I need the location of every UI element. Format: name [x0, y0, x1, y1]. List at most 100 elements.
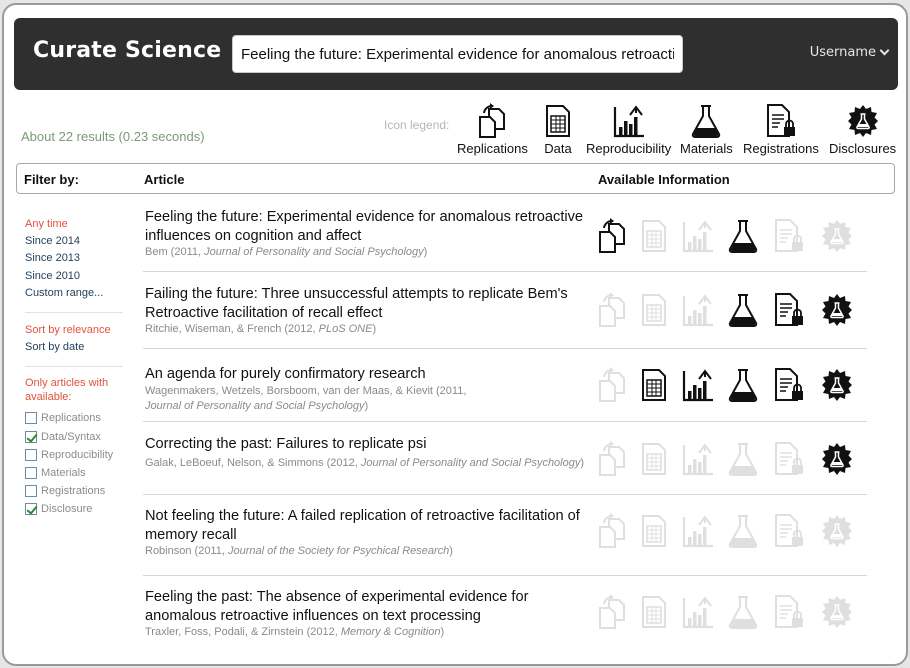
data-icon [546, 105, 570, 137]
article-journal: PLoS ONE [318, 323, 373, 335]
filter-sidebar: Any time Since 2014 Since 2013 Since 201… [25, 216, 123, 518]
result-row: Feeling the future: Experimental evidenc… [143, 202, 867, 272]
article-authors: Wagenmakers, Wetzels, Borsboom, van der … [145, 385, 467, 397]
search-input[interactable] [232, 35, 683, 73]
divider [25, 311, 123, 313]
citation-close: ) [423, 246, 428, 258]
reproducibility-icon[interactable] [681, 367, 715, 403]
article-authors: Robinson (2011, [145, 545, 228, 557]
registrations-icon[interactable] [772, 367, 806, 403]
checkbox-box[interactable] [25, 466, 37, 479]
info-header: Available Information [598, 172, 730, 187]
checkbox-box-checked[interactable] [25, 503, 37, 516]
checkbox-box[interactable] [25, 485, 37, 498]
data-icon [637, 441, 671, 477]
checkbox-registrations[interactable]: Registrations [25, 482, 123, 500]
registrations-icon[interactable] [772, 292, 806, 328]
result-row: Correcting the past: Failures to replica… [143, 422, 867, 495]
result-row: Feeling the past: The absence of experim… [143, 576, 867, 651]
checkbox-materials[interactable]: Materials [25, 464, 123, 482]
legend-label: Materials [680, 141, 733, 156]
materials-icon[interactable] [726, 292, 760, 328]
sort-by-relevance[interactable]: Sort by relevance [25, 322, 123, 339]
citation-close: ) [372, 323, 377, 335]
filter-any-time[interactable]: Any time [25, 216, 123, 233]
article-authors: Traxler, Foss, Podali, & Zirnstein (2012… [145, 626, 341, 638]
citation-close: ) [364, 400, 369, 412]
materials-icon [726, 594, 760, 630]
registrations-icon [772, 513, 806, 549]
materials-icon [692, 105, 721, 138]
chevron-down-icon [879, 45, 890, 56]
article-authors: Bem (2011, [145, 246, 205, 258]
checkbox-reproducibility[interactable]: Reproducibility [25, 446, 123, 464]
article-title[interactable]: An agenda for purely confirmatory resear… [145, 365, 475, 384]
replications-icon [595, 512, 629, 549]
article-citation: Traxler, Foss, Podali, & Zirnstein (2012… [145, 625, 595, 640]
checkbox-disclosure[interactable]: Disclosure [25, 500, 123, 518]
sort-by-date[interactable]: Sort by date [25, 339, 123, 356]
registrations-icon [772, 218, 806, 254]
legend-materials: Materials [680, 103, 733, 156]
materials-icon[interactable] [726, 367, 760, 403]
results-summary: About 22 results (0.23 seconds) [21, 129, 205, 144]
article-authors: Ritchie, Wiseman, & French (2012, [145, 323, 319, 335]
user-menu[interactable]: Username [810, 45, 890, 60]
registrations-icon [772, 441, 806, 477]
article-citation: Bem (2011, Journal of Personality and So… [145, 245, 595, 260]
availability-icons [595, 440, 867, 481]
filter-header: Filter by: [24, 172, 79, 187]
materials-icon [726, 441, 760, 477]
article-title[interactable]: Feeling the future: Experimental evidenc… [145, 208, 595, 246]
legend-label: Data [544, 141, 572, 156]
disclosures-icon [820, 594, 854, 630]
citation-close: ) [449, 545, 453, 557]
legend-replications: Replications [457, 103, 528, 156]
materials-icon[interactable] [726, 218, 760, 254]
divider [25, 366, 123, 368]
article-citation: Galak, LeBoeuf, Nelson, & Simmons (2012,… [145, 456, 597, 471]
reproducibility-icon [681, 292, 715, 328]
article-title[interactable]: Correcting the past: Failures to replica… [145, 435, 595, 454]
checkbox-label: Data/Syntax [41, 430, 101, 443]
legend-registrations: Registrations [743, 103, 819, 156]
top-bar: Curate Science Username [14, 18, 898, 90]
disclosures-icon[interactable] [820, 367, 854, 403]
legend-disclosures: Disclosures [829, 103, 896, 156]
result-row: Not feeling the future: A failed replica… [143, 495, 867, 576]
article-title[interactable]: Feeling the past: The absence of experim… [145, 588, 595, 626]
filter-since-2010[interactable]: Since 2010 [25, 268, 123, 285]
filter-since-2013[interactable]: Since 2013 [25, 250, 123, 267]
replications-icon[interactable] [595, 217, 629, 254]
checkbox-box-checked[interactable] [25, 430, 37, 443]
data-icon[interactable] [637, 367, 671, 403]
disclosures-icon[interactable] [820, 292, 854, 328]
data-icon [637, 292, 671, 328]
checkbox-label: Materials [41, 466, 86, 479]
availability-icons [595, 512, 867, 553]
citation-close: ) [580, 457, 585, 469]
availability-note: Only articles with available: [25, 377, 109, 404]
app-window: Curate Science Username About 22 results… [2, 3, 908, 666]
availability-icons [595, 217, 867, 258]
filter-custom-range[interactable]: Custom range... [25, 285, 123, 302]
article-authors: Galak, LeBoeuf, Nelson, & Simmons (2012, [145, 457, 361, 469]
article-title[interactable]: Not feeling the future: A failed replica… [145, 507, 595, 545]
disclosures-icon[interactable] [820, 441, 854, 477]
article-title[interactable]: Failing the future: Three unsuccessful a… [145, 285, 595, 323]
legend-reproducibility: Reproducibility [586, 103, 671, 156]
article-journal: Journal of Personality and Social Psycho… [145, 400, 365, 412]
registrations-icon [772, 594, 806, 630]
filter-since-2014[interactable]: Since 2014 [25, 233, 123, 250]
registrations-icon [766, 104, 795, 137]
brand-logo[interactable]: Curate Science [33, 38, 221, 63]
checkbox-box[interactable] [25, 412, 37, 425]
reproducibility-icon [681, 218, 715, 254]
legend-label: Disclosures [829, 141, 897, 156]
checkbox-box[interactable] [25, 448, 37, 461]
disclosures-icon [820, 513, 854, 549]
replications-icon [595, 291, 629, 328]
checkbox-replications[interactable]: Replications [25, 409, 123, 427]
legend-data: Data [541, 103, 575, 156]
checkbox-data-syntax[interactable]: Data/Syntax [25, 428, 123, 446]
